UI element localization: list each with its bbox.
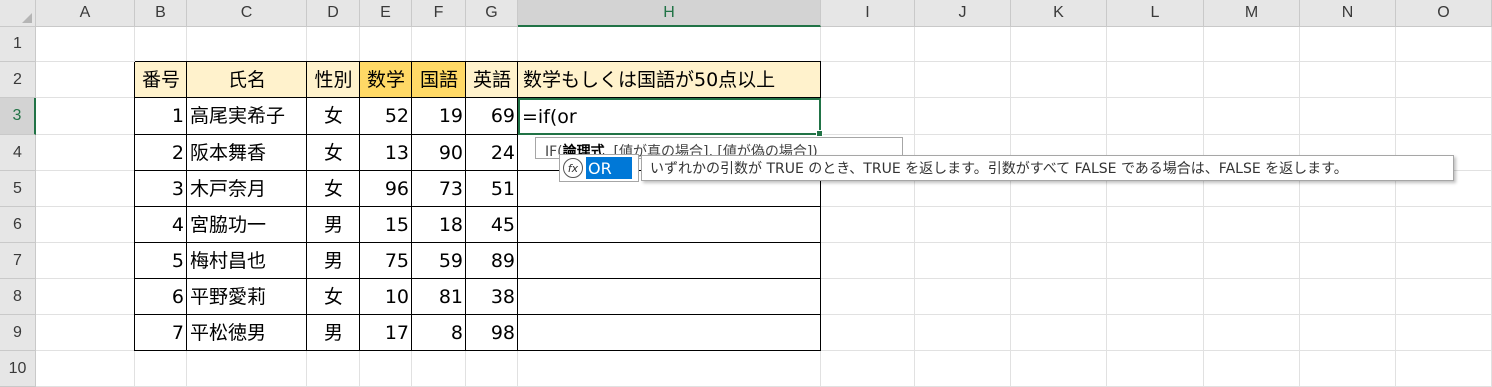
function-icon: fx bbox=[563, 158, 583, 178]
header-result[interactable]: 数学もしくは国語が50点以上 bbox=[518, 62, 821, 98]
column-header-l[interactable]: L bbox=[1107, 0, 1204, 27]
cell-gender[interactable]: 女 bbox=[307, 171, 360, 207]
row-header-10[interactable]: 10 bbox=[0, 351, 36, 387]
cell-number[interactable]: 6 bbox=[135, 279, 187, 315]
header-japanese[interactable]: 国語 bbox=[412, 62, 466, 98]
cell-name[interactable]: 宮脇功一 bbox=[187, 207, 307, 243]
table-border-horizontal bbox=[135, 242, 821, 243]
column-header-k[interactable]: K bbox=[1011, 0, 1107, 27]
gridline-vertical bbox=[1395, 27, 1396, 387]
row-header-8[interactable]: 8 bbox=[0, 279, 36, 315]
cell-name[interactable]: 平松徳男 bbox=[187, 315, 307, 351]
cell-japanese[interactable]: 8 bbox=[412, 315, 466, 351]
cell-name[interactable]: 梅村昌也 bbox=[187, 243, 307, 279]
cell-gender[interactable]: 男 bbox=[307, 315, 360, 351]
active-cell-editor[interactable]: =if(or bbox=[518, 98, 821, 135]
column-header-b[interactable]: B bbox=[135, 0, 187, 27]
cell-english[interactable]: 69 bbox=[466, 98, 518, 135]
row-header-4[interactable]: 4 bbox=[0, 135, 36, 171]
row-header-9[interactable]: 9 bbox=[0, 315, 36, 351]
row-header-3[interactable]: 3 bbox=[0, 98, 36, 135]
cell-english[interactable]: 38 bbox=[466, 279, 518, 315]
column-header-m[interactable]: M bbox=[1204, 0, 1300, 27]
gridline-vertical bbox=[914, 27, 915, 387]
cell-japanese[interactable]: 73 bbox=[412, 171, 466, 207]
column-header-a[interactable]: A bbox=[36, 0, 135, 27]
column-header-g[interactable]: G bbox=[466, 0, 518, 27]
row-header-1[interactable]: 1 bbox=[0, 27, 36, 62]
cell-math[interactable]: 13 bbox=[360, 135, 412, 171]
cell-gender[interactable]: 男 bbox=[307, 207, 360, 243]
cell-formula-text: =if(or bbox=[522, 105, 577, 128]
column-header-j[interactable]: J bbox=[915, 0, 1011, 27]
cell-number[interactable]: 3 bbox=[135, 171, 187, 207]
cell-gender[interactable]: 男 bbox=[307, 243, 360, 279]
row-header-5[interactable]: 5 bbox=[0, 171, 36, 207]
column-header-e[interactable]: E bbox=[360, 0, 412, 27]
cell-number[interactable]: 4 bbox=[135, 207, 187, 243]
cell-name[interactable]: 阪本舞香 bbox=[187, 135, 307, 171]
cell-english[interactable]: 89 bbox=[466, 243, 518, 279]
row-header-2[interactable]: 2 bbox=[0, 62, 36, 98]
cell-math[interactable]: 75 bbox=[360, 243, 412, 279]
function-description-tooltip: いずれかの引数が TRUE のとき、TRUE を返します。引数がすべて FALS… bbox=[641, 155, 1454, 181]
cell-english[interactable]: 98 bbox=[466, 315, 518, 351]
function-description: いずれかの引数が TRUE のとき、TRUE を返します。引数がすべて FALS… bbox=[650, 161, 1348, 177]
cell-name[interactable]: 高尾実希子 bbox=[187, 98, 307, 135]
row-header-6[interactable]: 6 bbox=[0, 207, 36, 243]
cell-math[interactable]: 17 bbox=[360, 315, 412, 351]
cell-math[interactable]: 15 bbox=[360, 207, 412, 243]
column-header-h[interactable]: H bbox=[518, 0, 821, 27]
table-border-horizontal bbox=[135, 61, 821, 62]
cell-japanese[interactable]: 59 bbox=[412, 243, 466, 279]
column-header-c[interactable]: C bbox=[187, 0, 307, 27]
column-header-o[interactable]: O bbox=[1396, 0, 1492, 27]
fill-handle[interactable] bbox=[816, 130, 823, 137]
cell-name[interactable]: 木戸奈月 bbox=[187, 171, 307, 207]
table-border-horizontal bbox=[135, 350, 821, 351]
cell-math[interactable]: 52 bbox=[360, 98, 412, 135]
cell-number[interactable]: 5 bbox=[135, 243, 187, 279]
gridline-vertical bbox=[1203, 27, 1204, 387]
table-border-horizontal bbox=[135, 206, 821, 207]
spreadsheet-grid[interactable]: A B C D E F G H I J K L M N O 1 2 3 4 5 6 7 8 9 10 番号 氏名 性別 数学 国語 英語 数学… bbox=[0, 0, 1492, 387]
gridline-vertical bbox=[1106, 27, 1107, 387]
header-english[interactable]: 英語 bbox=[466, 62, 518, 98]
cell-english[interactable]: 45 bbox=[466, 207, 518, 243]
table-border-horizontal bbox=[135, 278, 821, 279]
function-autocomplete-list[interactable]: fx OR bbox=[559, 154, 639, 182]
gridline-vertical bbox=[1010, 27, 1011, 387]
cell-japanese[interactable]: 81 bbox=[412, 279, 466, 315]
column-header-f[interactable]: F bbox=[412, 0, 466, 27]
cell-japanese[interactable]: 18 bbox=[412, 207, 466, 243]
column-header-d[interactable]: D bbox=[307, 0, 360, 27]
cell-name[interactable]: 平野愛莉 bbox=[187, 279, 307, 315]
cell-gender[interactable]: 女 bbox=[307, 279, 360, 315]
cell-gender[interactable]: 女 bbox=[307, 135, 360, 171]
cell-gender[interactable]: 女 bbox=[307, 98, 360, 135]
table-border-horizontal bbox=[135, 314, 821, 315]
column-header-n[interactable]: N bbox=[1300, 0, 1396, 27]
cell-number[interactable]: 1 bbox=[135, 98, 187, 135]
cell-number[interactable]: 2 bbox=[135, 135, 187, 171]
header-name[interactable]: 氏名 bbox=[187, 62, 307, 98]
cell-math[interactable]: 10 bbox=[360, 279, 412, 315]
cell-english[interactable]: 51 bbox=[466, 171, 518, 207]
cell-japanese[interactable]: 90 bbox=[412, 135, 466, 171]
row-header-7[interactable]: 7 bbox=[0, 243, 36, 279]
column-header-i[interactable]: I bbox=[821, 0, 915, 27]
cell-number[interactable]: 7 bbox=[135, 315, 187, 351]
autocomplete-item-or[interactable]: OR bbox=[586, 157, 632, 179]
cell-japanese[interactable]: 19 bbox=[412, 98, 466, 135]
header-math[interactable]: 数学 bbox=[360, 62, 412, 98]
header-gender[interactable]: 性別 bbox=[307, 62, 360, 98]
cell-math[interactable]: 96 bbox=[360, 171, 412, 207]
header-number[interactable]: 番号 bbox=[135, 62, 187, 98]
select-all-corner[interactable] bbox=[0, 0, 36, 27]
cell-english[interactable]: 24 bbox=[466, 135, 518, 171]
gridline-vertical bbox=[1299, 27, 1300, 387]
